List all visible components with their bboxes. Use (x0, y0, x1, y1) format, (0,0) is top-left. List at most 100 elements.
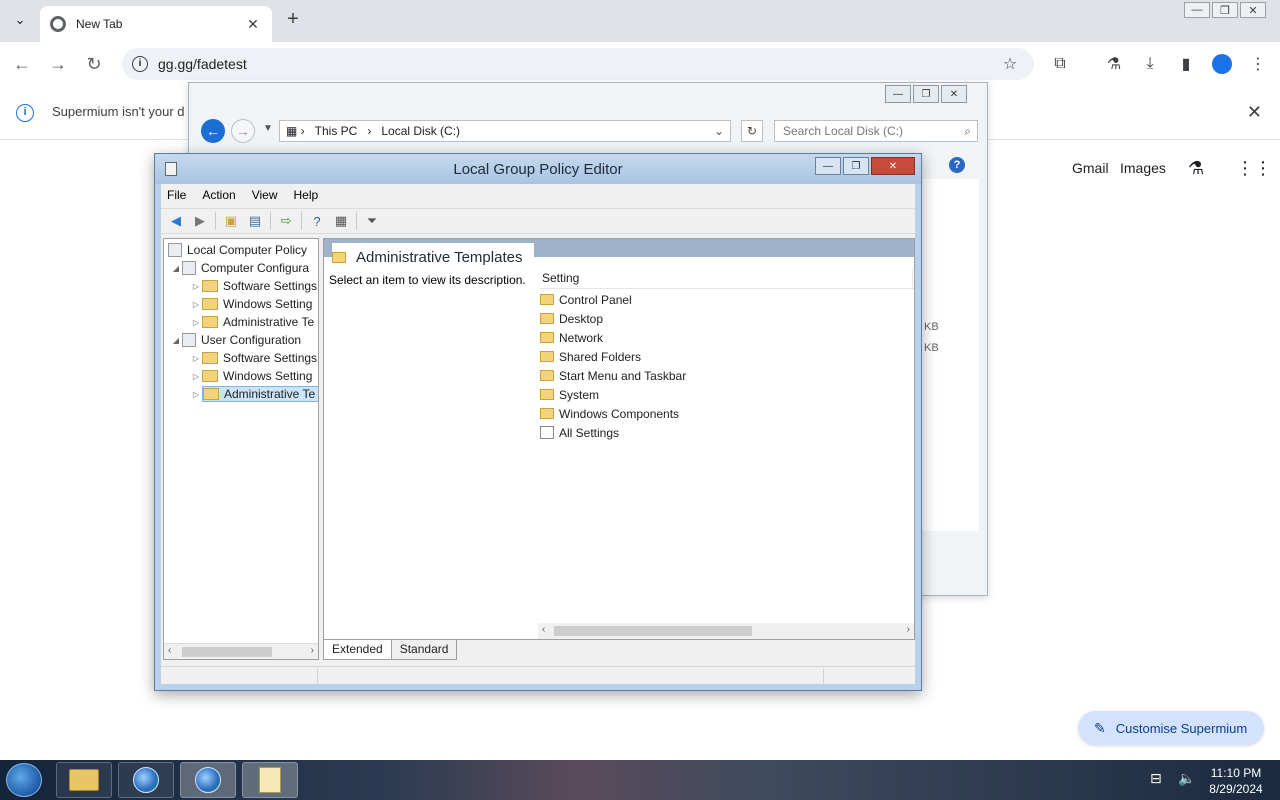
gmail-link[interactable]: Gmail (1072, 160, 1109, 176)
side-panel-icon[interactable]: ▮ (1174, 52, 1198, 76)
menu-view[interactable]: View (252, 188, 278, 202)
minimize-button[interactable]: — (1184, 2, 1210, 18)
close-tab-icon[interactable]: ✕ (244, 16, 262, 33)
scroll-left-icon[interactable]: ‹ (168, 645, 171, 656)
tree-item-computer-configuration[interactable]: ◢ Computer Configura (170, 259, 309, 277)
tab-extended[interactable]: Extended (323, 640, 392, 660)
collapsed-arrow-icon[interactable]: ▷ (190, 354, 202, 363)
close-infobar-icon[interactable]: ✕ (1247, 102, 1262, 123)
menu-file[interactable]: File (167, 188, 186, 202)
tree-item-user-configuration[interactable]: ◢ User Configuration (170, 331, 301, 349)
collapsed-arrow-icon[interactable]: ▷ (190, 390, 202, 399)
menu-help[interactable]: Help (294, 188, 319, 202)
chevron-down-icon[interactable]: ⌄ (714, 124, 724, 138)
list-item[interactable]: Desktop (540, 309, 603, 328)
properties-icon[interactable]: ▦ (332, 212, 350, 230)
details-horizontal-scrollbar[interactable]: ‹ › (538, 623, 914, 639)
expanded-arrow-icon[interactable]: ◢ (170, 264, 182, 273)
explorer-back-button[interactable]: ← (201, 119, 225, 143)
forward-arrow-icon[interactable]: ▶ (191, 212, 209, 230)
explorer-address-bar[interactable]: ▦ › This PC › Local Disk (C:) ⌄ (279, 120, 731, 142)
collapsed-arrow-icon[interactable]: ▷ (190, 300, 202, 309)
tree-item-user-windows-settings[interactable]: ▷ Windows Setting (190, 367, 312, 385)
recent-locations-icon[interactable]: ▼ (263, 123, 273, 134)
breadcrumb-this-pc[interactable]: This PC (315, 124, 358, 138)
expanded-arrow-icon[interactable]: ◢ (170, 336, 182, 345)
list-item[interactable]: Control Panel (540, 290, 632, 309)
bookmark-star-icon[interactable]: ☆ (998, 52, 1022, 76)
refresh-button[interactable]: ↻ (741, 120, 763, 142)
restore-button[interactable]: ❐ (1212, 2, 1238, 18)
help-book-icon[interactable]: ? (308, 212, 326, 230)
export-list-icon[interactable]: ⇨ (277, 212, 295, 230)
back-arrow-icon[interactable]: ◀ (167, 212, 185, 230)
up-folder-icon[interactable]: ▣ (222, 212, 240, 230)
browser-tab[interactable]: New Tab ✕ (40, 6, 272, 42)
download-icon[interactable]: ⤓ (1138, 52, 1162, 76)
menu-kebab-icon[interactable]: ⋮ (1246, 52, 1270, 76)
scroll-thumb[interactable] (554, 626, 752, 636)
collapsed-arrow-icon[interactable]: ▷ (190, 372, 202, 381)
tree-item-user-administrative-templates[interactable]: ▷ Administrative Te (190, 385, 318, 403)
list-item[interactable]: Windows Components (540, 404, 679, 423)
back-button[interactable]: ← (10, 52, 34, 76)
taskbar-file-explorer[interactable] (56, 762, 112, 798)
tree-item-administrative-templates[interactable]: ▷ Administrative Te (190, 313, 314, 331)
minimize-button[interactable]: — (885, 85, 911, 103)
tab-search-button[interactable]: ⌄ (8, 8, 32, 32)
tree-item-root[interactable]: Local Computer Policy (168, 241, 307, 259)
menu-action[interactable]: Action (202, 188, 235, 202)
gpe-title-bar[interactable]: Local Group Policy Editor — ❐ ✕ (155, 154, 921, 184)
system-clock[interactable]: 11:10 PM 8/29/2024 (1204, 765, 1268, 797)
reload-button[interactable]: ↻ (82, 52, 106, 76)
list-item[interactable]: Shared Folders (540, 347, 641, 366)
taskbar-browser-active[interactable] (180, 762, 236, 798)
filter-icon[interactable]: ⏷ (363, 212, 381, 230)
breadcrumb-local-disk[interactable]: Local Disk (C:) (381, 124, 460, 138)
tree-horizontal-scrollbar[interactable]: ‹ › (164, 643, 318, 659)
customise-button[interactable]: ✎ Customise Supermium (1078, 711, 1264, 745)
list-item[interactable]: Network (540, 328, 603, 347)
address-bar[interactable]: i gg.gg/fadetest (122, 48, 1034, 80)
volume-muted-icon[interactable]: 🔈 (1178, 770, 1195, 787)
tab-standard[interactable]: Standard (390, 640, 458, 660)
taskbar-browser[interactable] (118, 762, 174, 798)
minimize-button[interactable]: — (815, 157, 841, 175)
forward-button[interactable]: → (46, 52, 70, 76)
extensions-icon[interactable]: ⧉ (1048, 52, 1072, 76)
close-button[interactable]: ✕ (941, 85, 967, 103)
list-item[interactable]: All Settings (540, 423, 619, 442)
tree-item-windows-settings[interactable]: ▷ Windows Setting (190, 295, 312, 313)
explorer-forward-button[interactable]: → (231, 119, 255, 143)
maximize-button[interactable]: ❐ (843, 157, 869, 175)
apps-grid-icon[interactable]: ⋮⋮⋮ (1236, 158, 1280, 179)
help-icon[interactable]: ? (949, 157, 965, 173)
start-button[interactable] (6, 763, 42, 797)
collapsed-arrow-icon[interactable]: ▷ (190, 318, 202, 327)
list-item[interactable]: System (540, 385, 599, 404)
close-window-button[interactable]: ✕ (1240, 2, 1266, 18)
labs-icon[interactable]: ⚗ (1188, 158, 1204, 179)
scroll-left-icon[interactable]: ‹ (542, 624, 545, 635)
tree-item-user-software-settings[interactable]: ▷ Software Settings (190, 349, 317, 367)
labs-flask-icon[interactable]: ⚗ (1102, 52, 1126, 76)
selected-tree-item[interactable]: Administrative Te (202, 386, 318, 402)
site-info-icon[interactable]: i (132, 56, 148, 72)
show-hide-tree-icon[interactable]: ▤ (246, 212, 264, 230)
close-button[interactable]: ✕ (871, 157, 915, 175)
profile-avatar-icon[interactable] (1210, 52, 1234, 76)
column-header-setting[interactable]: Setting (540, 269, 914, 289)
scroll-right-icon[interactable]: › (311, 645, 314, 656)
explorer-search-input[interactable]: Search Local Disk (C:) ⌕ (774, 120, 978, 142)
maximize-button[interactable]: ❐ (913, 85, 939, 103)
network-icon[interactable]: ⊟ (1150, 770, 1162, 787)
scroll-thumb[interactable] (182, 647, 272, 657)
column-divider[interactable] (912, 269, 913, 287)
new-tab-button[interactable]: + (282, 9, 304, 31)
images-link[interactable]: Images (1120, 160, 1166, 176)
taskbar-group-policy[interactable] (242, 762, 298, 798)
list-item[interactable]: Start Menu and Taskbar (540, 366, 686, 385)
collapsed-arrow-icon[interactable]: ▷ (190, 282, 202, 291)
scroll-right-icon[interactable]: › (907, 624, 910, 635)
tree-item-software-settings[interactable]: ▷ Software Settings (190, 277, 317, 295)
